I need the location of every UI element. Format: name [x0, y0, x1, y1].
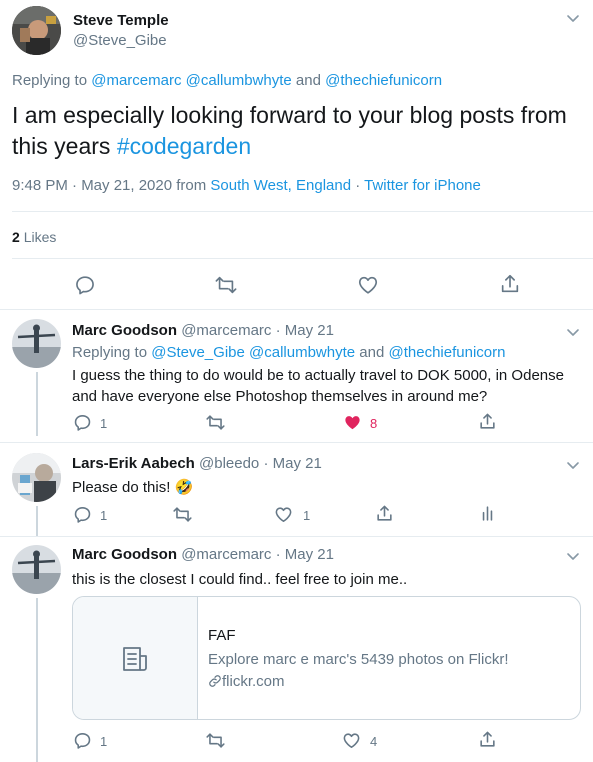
mention-link[interactable]: @Steve_Gibe	[151, 344, 245, 361]
mention-link[interactable]: @thechiefunicorn	[389, 344, 506, 361]
analytics-icon[interactable]	[478, 504, 497, 523]
reply-author-handle[interactable]: @marcemarc	[181, 546, 271, 563]
chevron-down-icon[interactable]	[566, 11, 580, 29]
chevron-down-icon[interactable]	[566, 458, 580, 476]
replying-to: Replying to @marcemarc @callumbwhyte and…	[12, 72, 443, 89]
link-card-description: Explore marc e marc's 5439 photos on Fli…	[208, 651, 509, 668]
chevron-down-icon[interactable]	[566, 325, 580, 343]
share-icon[interactable]	[499, 273, 521, 295]
avatar-marc[interactable]	[12, 545, 61, 594]
like-count: 1	[303, 508, 311, 523]
thread-line	[35, 372, 38, 436]
divider	[0, 309, 593, 310]
location-link[interactable]: South West, England	[210, 177, 351, 194]
hashtag-link[interactable]: #codegarden	[117, 133, 251, 159]
reply-header: Marc Goodson @marcemarc · May 21	[72, 546, 334, 563]
link-card-title: FAF	[208, 627, 236, 644]
source-link[interactable]: Twitter for iPhone	[364, 177, 481, 194]
rofl-emoji: 🤣	[174, 478, 194, 496]
reply-count: 1	[100, 508, 108, 523]
reply-author-name[interactable]: Marc Goodson	[72, 322, 177, 339]
document-icon	[122, 646, 150, 677]
avatar-marc[interactable]	[12, 319, 61, 368]
reply-header: Lars-Erik Aabech @bleedo · May 21	[72, 455, 322, 472]
likes-summary[interactable]: 2 Likes	[12, 229, 56, 245]
replying-to: Replying to @Steve_Gibe @callumbwhyte an…	[72, 344, 506, 361]
like-icon[interactable]	[274, 505, 293, 524]
avatar-lars[interactable]	[12, 453, 61, 502]
avatar-steve[interactable]	[12, 6, 61, 55]
divider	[0, 536, 593, 537]
tweet-meta: 9:48 PM · May 21, 2020 from South West, …	[12, 177, 481, 194]
mention-link[interactable]: @marcemarc	[91, 72, 181, 89]
like-icon-active[interactable]	[343, 413, 362, 432]
link-card-thumbnail	[73, 597, 198, 719]
reply-icon[interactable]	[73, 505, 92, 524]
reply-author-handle[interactable]: @marcemarc	[181, 322, 271, 339]
retweet-icon[interactable]	[214, 274, 238, 296]
reply-date[interactable]: · May 21	[276, 322, 334, 339]
share-icon[interactable]	[478, 412, 497, 431]
like-count: 8	[370, 416, 378, 431]
reply-icon[interactable]	[74, 274, 96, 296]
share-icon[interactable]	[478, 730, 497, 749]
thread-line	[35, 506, 38, 536]
reply-icon[interactable]	[73, 731, 92, 750]
thread-line	[35, 598, 38, 762]
author-handle[interactable]: @Steve_Gibe	[73, 32, 167, 49]
mention-link[interactable]: @thechiefunicorn	[325, 72, 442, 89]
tweet-text: I am especially looking forward to your …	[12, 102, 567, 159]
link-icon	[208, 674, 222, 692]
reply-author-name[interactable]: Lars-Erik Aabech	[72, 455, 195, 472]
reply-text: this is the closest I could find.. feel …	[72, 571, 408, 588]
reply-author-name[interactable]: Marc Goodson	[72, 546, 177, 563]
author-name[interactable]: Steve Temple	[73, 12, 169, 29]
reply-author-handle[interactable]: @bleedo	[199, 455, 259, 472]
divider	[0, 442, 593, 443]
mention-link[interactable]: @callumbwhyte	[186, 72, 292, 89]
divider	[12, 211, 593, 212]
reply-icon[interactable]	[73, 413, 92, 432]
reply-count: 1	[100, 734, 108, 749]
share-icon[interactable]	[375, 504, 394, 523]
link-card[interactable]: FAF Explore marc e marc's 5439 photos on…	[72, 596, 581, 720]
reply-text: Please do this! 🤣	[72, 478, 194, 496]
reply-text: I guess the thing to do would be to actu…	[72, 367, 564, 405]
mention-link[interactable]: @callumbwhyte	[249, 344, 355, 361]
reply-date[interactable]: · May 21	[263, 455, 321, 472]
reply-header: Marc Goodson @marcemarc · May 21	[72, 322, 334, 339]
link-card-domain: flickr.com	[208, 673, 285, 692]
retweet-icon[interactable]	[205, 413, 226, 432]
chevron-down-icon[interactable]	[566, 549, 580, 567]
like-icon[interactable]	[357, 274, 379, 296]
retweet-icon[interactable]	[172, 505, 193, 524]
like-count: 4	[370, 734, 378, 749]
reply-date[interactable]: · May 21	[276, 546, 334, 563]
divider	[12, 258, 593, 259]
like-icon[interactable]	[342, 731, 361, 750]
reply-count: 1	[100, 416, 108, 431]
retweet-icon[interactable]	[205, 731, 226, 750]
